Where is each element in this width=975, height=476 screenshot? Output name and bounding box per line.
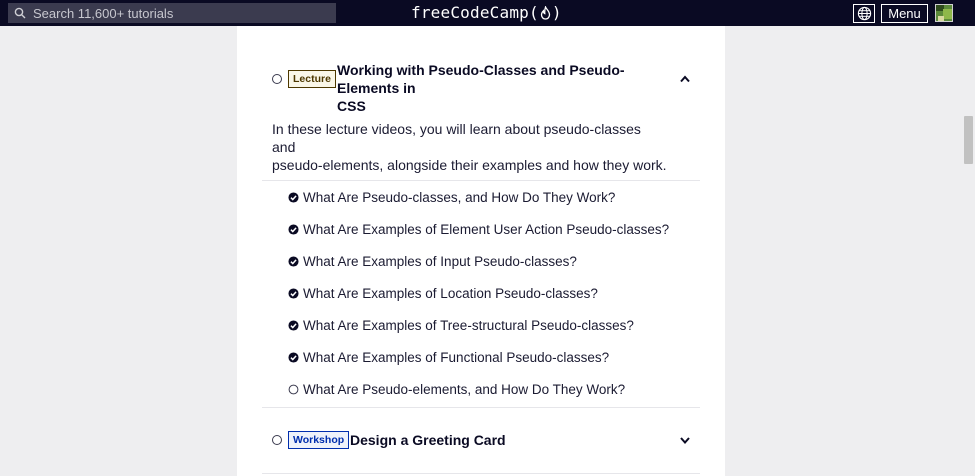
scrollbar-thumb[interactable] — [964, 116, 973, 164]
curriculum-panel: Lecture Working with Pseudo-Classes and … — [237, 26, 725, 476]
search-icon — [14, 7, 26, 19]
flame-icon — [540, 5, 551, 20]
chevron-up-icon[interactable] — [679, 73, 691, 85]
lecture-step-label: What Are Examples of Tree-structural Pse… — [303, 317, 634, 333]
lecture-step-item[interactable]: What Are Examples of Input Pseudo-classe… — [288, 252, 577, 270]
check-circle-icon — [288, 319, 299, 331]
lecture-step-item[interactable]: What Are Examples of Functional Pseudo-c… — [288, 348, 609, 366]
divider — [262, 473, 700, 474]
lecture-title-line2: CSS — [337, 98, 366, 114]
avatar[interactable] — [935, 4, 953, 22]
check-circle-icon — [288, 287, 299, 299]
lecture-title[interactable]: Working with Pseudo-Classes and Pseudo-E… — [337, 61, 667, 115]
language-button[interactable] — [853, 4, 875, 23]
check-circle-icon — [288, 223, 299, 235]
description-line2: pseudo-elements, alongside their example… — [272, 157, 667, 173]
lecture-step-item[interactable]: What Are Examples of Location Pseudo-cla… — [288, 284, 598, 302]
brand-text-right: ) — [551, 3, 562, 22]
brand-text-left: freeCodeCamp( — [411, 3, 539, 22]
globe-icon — [857, 6, 871, 21]
lecture-tag: Lecture — [288, 70, 336, 88]
empty-circle-icon — [288, 384, 299, 394]
lecture-step-label: What Are Examples of Location Pseudo-cla… — [303, 285, 598, 301]
search-input[interactable] — [33, 5, 323, 21]
search-box[interactable] — [8, 3, 336, 23]
lecture-tag-label: Lecture — [293, 73, 331, 85]
chevron-down-icon[interactable] — [679, 434, 691, 446]
workshop-tag: Workshop — [288, 431, 350, 449]
lecture-description: In these lecture videos, you will learn … — [272, 120, 667, 174]
lecture-step-label: What Are Examples of Functional Pseudo-c… — [303, 349, 610, 365]
check-circle-icon — [288, 351, 299, 363]
lecture-step-label: What Are Pseudo-classes, and How Do They… — [303, 189, 616, 205]
workshop-tag-label: Workshop — [293, 434, 345, 446]
divider — [262, 407, 700, 408]
description-line1: In these lecture videos, you will learn … — [272, 121, 641, 155]
workshop-title-text: Design a Greeting Card — [350, 432, 506, 448]
divider — [262, 180, 700, 181]
lecture-step-label: What Are Examples of Element User Action… — [303, 221, 670, 237]
lecture-step-item[interactable]: What Are Pseudo-elements, and How Do The… — [288, 380, 625, 398]
lecture-status-icon — [272, 74, 282, 84]
workshop-title[interactable]: Design a Greeting Card — [350, 431, 506, 449]
check-circle-icon — [288, 191, 299, 203]
lecture-step-item[interactable]: What Are Examples of Element User Action… — [288, 220, 669, 238]
lecture-title-line1: Working with Pseudo-Classes and Pseudo-E… — [337, 62, 625, 96]
lecture-step-label: What Are Pseudo-elements, and How Do The… — [303, 381, 626, 397]
lecture-step-item[interactable]: What Are Examples of Tree-structural Pse… — [288, 316, 634, 334]
lecture-step-label: What Are Examples of Input Pseudo-classe… — [303, 253, 577, 269]
check-circle-icon — [288, 255, 299, 267]
workshop-status-icon — [272, 435, 282, 445]
freecodecamp-logo[interactable]: freeCodeCamp( ) — [411, 3, 562, 22]
lecture-step-item[interactable]: What Are Pseudo-classes, and How Do They… — [288, 188, 615, 206]
menu-button[interactable]: Menu — [881, 4, 928, 23]
top-navbar: freeCodeCamp( ) Menu — [0, 0, 975, 26]
menu-label: Menu — [888, 6, 921, 21]
